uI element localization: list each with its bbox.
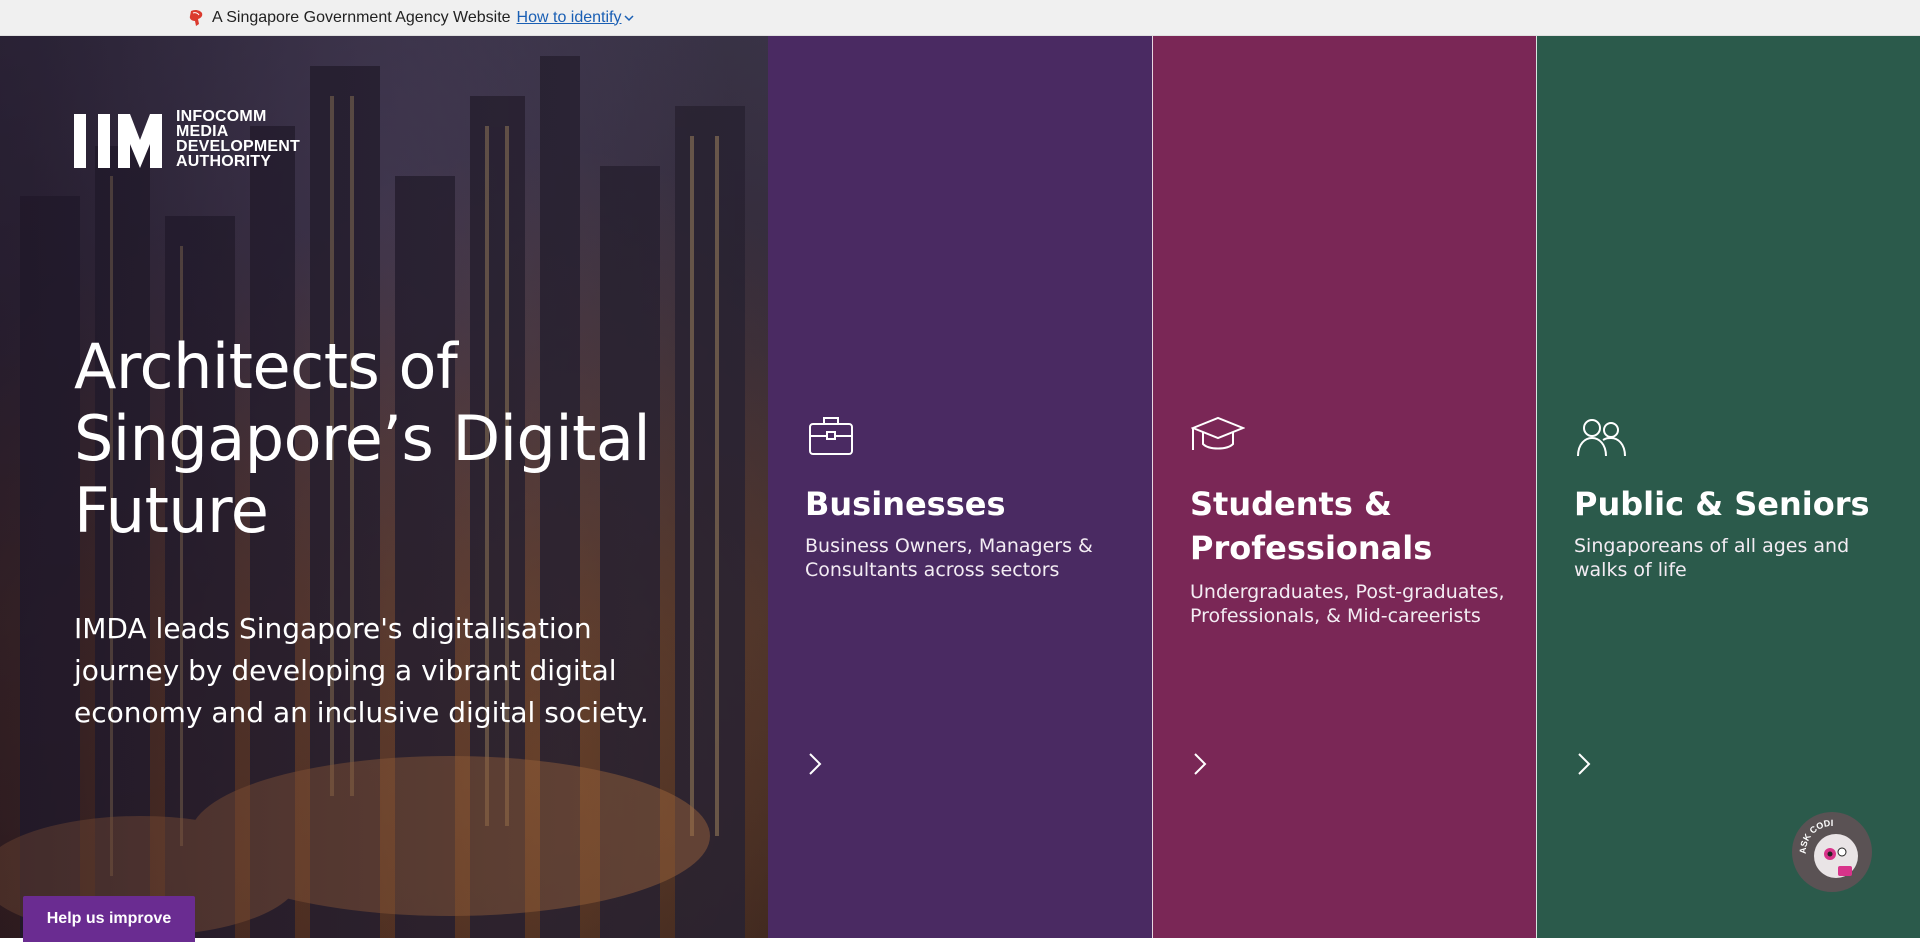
singapore-lion-icon — [189, 9, 203, 26]
graduation-cap-icon — [1191, 416, 1245, 450]
gov-masthead: A Singapore Government Agency Website Ho… — [0, 0, 1920, 36]
chevron-right-icon[interactable] — [804, 750, 826, 778]
ask-codi-chatbot-button[interactable]: ASK CODI — [1792, 812, 1872, 892]
hero-section: INFOCOMM MEDIA DEVELOPMENT AUTHORITY Arc… — [0, 36, 768, 938]
how-to-identify-link[interactable]: How to identify — [517, 9, 635, 27]
chevron-down-icon — [624, 14, 635, 21]
public-seniors-panel[interactable]: Public & Seniors Singaporeans of all age… — [1536, 36, 1920, 938]
chevron-right-icon[interactable] — [1573, 750, 1595, 778]
help-us-improve-button[interactable]: Help us improve — [23, 896, 195, 942]
logo-wordmark: INFOCOMM MEDIA DEVELOPMENT AUTHORITY — [176, 108, 300, 170]
panel-description: Undergraduates, Post-graduates, Professi… — [1190, 581, 1505, 627]
panel-description: Singaporeans of all ages and walks of li… — [1574, 535, 1850, 581]
panel-description: Business Owners, Managers & Consultants … — [805, 535, 1093, 581]
panel-title: Students & Professionals — [1190, 485, 1433, 567]
hero-title: Architects of Singapore’s Digital Future — [74, 330, 651, 547]
hero-description: IMDA leads Singapore's digitalisation jo… — [74, 612, 649, 729]
how-to-identify-label: How to identify — [516, 8, 622, 26]
logo-line-2: MEDIA — [176, 123, 229, 140]
codi-mascot-icon: ASK CODI — [1794, 814, 1870, 890]
panel-title: Public & Seniors — [1574, 485, 1870, 523]
logo-line-1: INFOCOMM — [176, 108, 267, 125]
imda-logo-mark — [74, 114, 162, 168]
businesses-panel[interactable]: Businesses Business Owners, Managers & C… — [768, 36, 1152, 938]
students-professionals-panel[interactable]: Students & Professionals Undergraduates,… — [1152, 36, 1536, 938]
briefcase-icon — [809, 417, 853, 455]
people-icon — [1577, 419, 1626, 457]
panel-title: Businesses — [805, 485, 1006, 523]
masthead-agency-text: A Singapore Government Agency Website — [212, 8, 511, 26]
logo-line-4: AUTHORITY — [176, 153, 272, 170]
chevron-right-icon[interactable] — [1189, 750, 1211, 778]
imda-logo[interactable]: INFOCOMM MEDIA DEVELOPMENT AUTHORITY — [74, 108, 300, 170]
logo-line-3: DEVELOPMENT — [176, 138, 300, 155]
